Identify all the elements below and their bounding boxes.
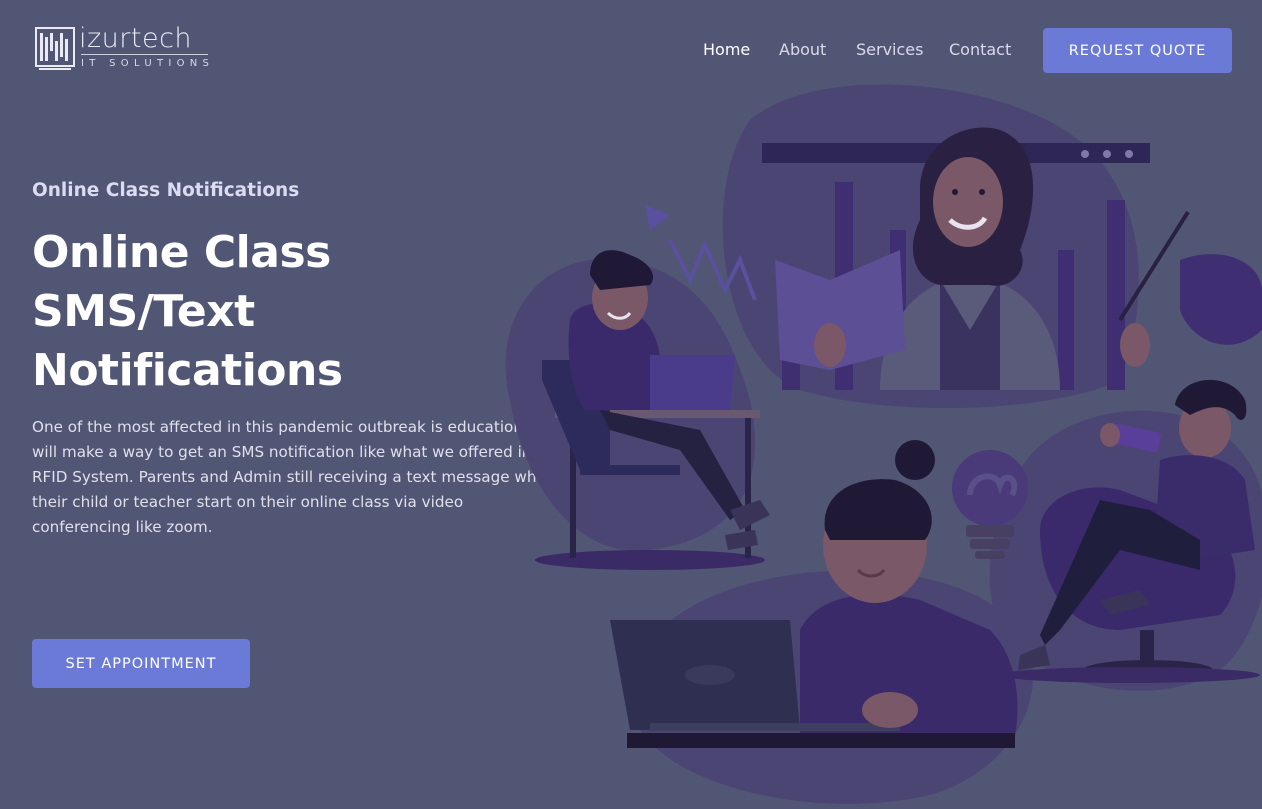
set-appointment-button[interactable]: SET APPOINTMENT xyxy=(32,639,250,688)
brand-name: izurtech xyxy=(79,23,193,54)
logo-divider xyxy=(81,54,208,55)
hero-headline-line: Online Class xyxy=(32,227,331,278)
online-class-illustration xyxy=(505,84,1262,804)
request-quote-button[interactable]: REQUEST QUOTE xyxy=(1043,28,1232,73)
nav-item-contact[interactable]: Contact xyxy=(949,40,1011,59)
site-logo[interactable]: izurtech IT SOLUTIONS xyxy=(35,23,215,73)
brand-tagline: IT SOLUTIONS xyxy=(81,58,215,69)
hero-eyebrow: Online Class Notifications xyxy=(32,180,300,201)
hero-headline-line: Notifications xyxy=(32,345,343,396)
izurtech-logo-icon xyxy=(35,27,75,70)
nav-item-home[interactable]: Home xyxy=(703,40,750,59)
hero-headline: Online Class SMS/Text Notifications xyxy=(32,223,472,400)
hero-description: One of the most affected in this pandemi… xyxy=(32,418,557,536)
nav-item-services[interactable]: Services xyxy=(856,40,923,59)
nav-item-about[interactable]: About xyxy=(779,40,826,59)
hero-headline-line: SMS/Text xyxy=(32,286,255,337)
